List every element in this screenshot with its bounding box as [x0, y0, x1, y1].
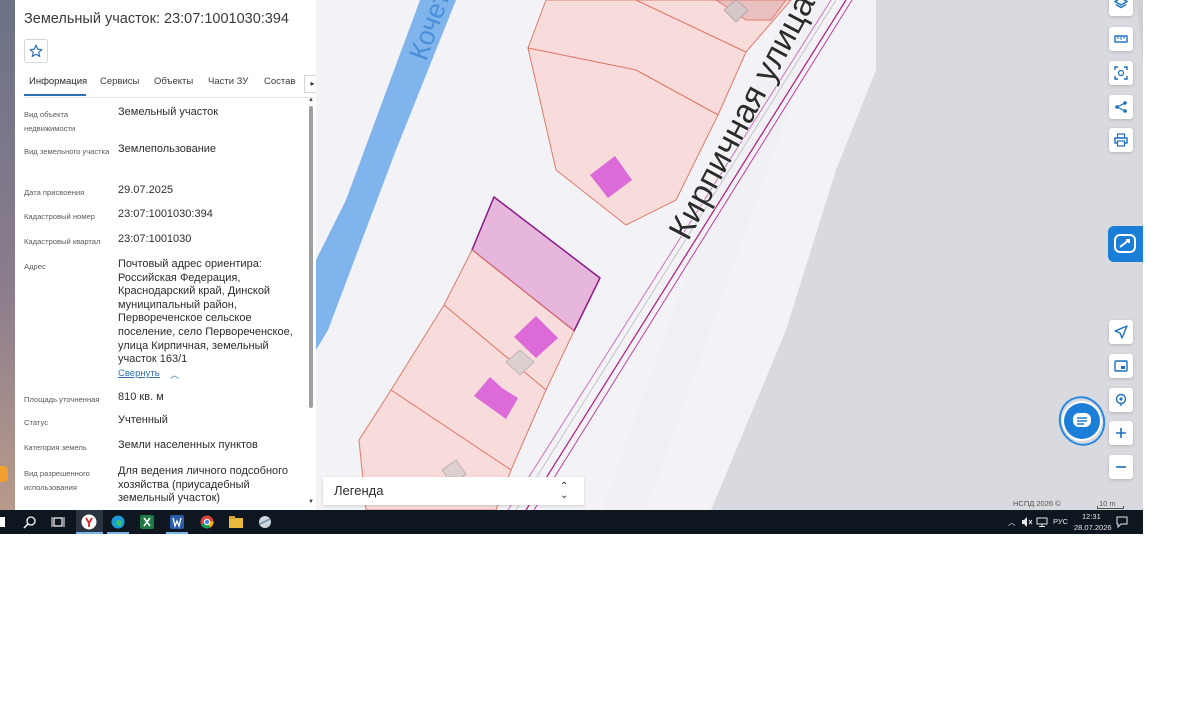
zoom-in-icon [1116, 428, 1126, 438]
start-button[interactable] [0, 517, 5, 527]
locate-button[interactable] [1109, 320, 1133, 344]
attribute-label: Адрес [24, 262, 46, 271]
active-tab-indicator [24, 94, 86, 96]
measure-button[interactable] [1109, 27, 1133, 51]
clock-time[interactable]: 12:31 [1082, 512, 1101, 521]
task-view-icon[interactable] [51, 515, 65, 529]
network-app-icon[interactable] [258, 515, 272, 529]
select-area-button[interactable] [1109, 61, 1133, 85]
desktop-background [0, 0, 15, 510]
network-icon[interactable] [1036, 516, 1048, 528]
print-button[interactable] [1109, 128, 1133, 152]
show-hidden-icons-icon[interactable]: ︿ [1008, 517, 1016, 528]
open-app-indicator [166, 532, 188, 534]
tab-services[interactable]: Сервисы [100, 76, 139, 87]
desktop-app-icon[interactable] [0, 466, 8, 482]
taskbar: ︿ РУС 12:31 28.07.2026 [0, 510, 1143, 534]
map-canvas[interactable]: Кочет Кирпичная улица [316, 0, 1143, 510]
copyright-text: НСПД 2026 © [1013, 499, 1061, 508]
edge-icon[interactable] [111, 515, 125, 529]
status-value: Учтенный [118, 414, 168, 426]
star-icon [29, 44, 43, 58]
tab-composition[interactable]: Состав [264, 76, 295, 87]
excel-icon[interactable] [140, 515, 154, 529]
attribute-value: 29.07.2025 [118, 184, 174, 196]
attribute-label: Площадь уточненная [24, 395, 100, 404]
volume-icon[interactable] [1021, 516, 1033, 528]
scrollbar-thumb[interactable] [309, 106, 313, 408]
expand-collapse-icon[interactable]: ⌃ ⌄ [560, 482, 568, 501]
search-icon[interactable] [23, 515, 37, 529]
clock-date[interactable]: 28.07.2026 [1074, 523, 1112, 532]
tab-bar: Информация Сервисы Объекты Части ЗУ Сост… [24, 70, 321, 98]
share-button[interactable] [1109, 95, 1133, 119]
legend-label: Легенда [334, 483, 384, 498]
tab-land-parts[interactable]: Части ЗУ [208, 76, 248, 87]
attribute-label: Вид разрешенного использования [24, 469, 90, 492]
minimap-icon [1114, 360, 1128, 372]
share-icon [1115, 101, 1127, 113]
active-app-indicator [76, 532, 103, 534]
chat-icon [1073, 413, 1091, 427]
zoom-out-icon [1116, 466, 1126, 468]
scroll-up-arrow[interactable]: ▲ [308, 97, 314, 103]
navigation-arrow-icon [1114, 325, 1128, 339]
feedback-icon [1114, 234, 1136, 253]
geolocation-button[interactable] [1109, 388, 1133, 412]
attribute-label: Категория земель [24, 443, 87, 452]
ruler-icon [1114, 35, 1128, 43]
layers-button[interactable] [1109, 0, 1133, 16]
attribute-value: Землепользование [118, 143, 217, 155]
scale-bar [1097, 506, 1124, 509]
attribute-label: Кадастровый номер [24, 212, 95, 221]
zoom-out-button[interactable] [1109, 455, 1133, 479]
language-indicator[interactable]: РУС [1053, 517, 1068, 526]
screen: Земельный участок: 23:07:1001030:394 Инф… [0, 0, 1143, 534]
yandex-browser-icon[interactable] [81, 514, 97, 530]
file-explorer-icon[interactable] [229, 515, 243, 529]
attribute-value: Земли населенных пунктов [118, 439, 258, 451]
attribute-value: Для ведения личного подсобного хозяйства… [118, 465, 289, 505]
attribute-value: Земельный участок [118, 106, 219, 118]
attribute-label: Дата присвоения [24, 188, 85, 197]
notifications-icon[interactable] [1116, 516, 1128, 528]
word-icon[interactable] [170, 515, 184, 529]
select-area-icon [1114, 66, 1128, 80]
page-title: Земельный участок: 23:07:1001030:394 [24, 11, 289, 27]
layers-icon [1114, 0, 1128, 9]
zoom-in-button[interactable] [1109, 421, 1133, 445]
feedback-side-tab[interactable] [1108, 226, 1143, 262]
geolocation-icon [1115, 393, 1127, 406]
scroll-down-arrow[interactable]: ▼ [308, 499, 314, 505]
attribute-label: Вид объекта недвижимости [24, 110, 76, 133]
address-value: Почтовый адрес ориентира: Российская Фед… [118, 258, 293, 366]
print-icon [1114, 133, 1128, 147]
chevron-up-icon[interactable]: ︿ [170, 368, 179, 381]
attribute-value: 23:07:1001030 [118, 233, 192, 245]
attribute-label: Кадастровый квартал [24, 237, 101, 246]
collapse-link[interactable]: Свернуть [118, 368, 160, 379]
map-drawing: Кочет Кирпичная улица [316, 0, 1143, 510]
minimap-button[interactable] [1109, 354, 1133, 378]
chrome-icon[interactable] [200, 515, 214, 529]
favorite-button[interactable] [24, 39, 48, 63]
tab-information[interactable]: Информация [29, 76, 87, 87]
legend-panel[interactable]: Легенда ⌃ ⌄ [323, 477, 584, 505]
attribute-label: Вид земельного участка [24, 147, 110, 156]
cadastral-number-value: 23:07:1001030:394 [118, 208, 213, 220]
attribute-label: Статус [24, 418, 49, 427]
area-value: 810 кв. м [118, 391, 164, 403]
chat-button[interactable] [1064, 403, 1100, 439]
open-app-indicator [107, 532, 129, 534]
tab-objects[interactable]: Объекты [154, 76, 193, 87]
info-panel: Земельный участок: 23:07:1001030:394 Инф… [15, 0, 321, 510]
